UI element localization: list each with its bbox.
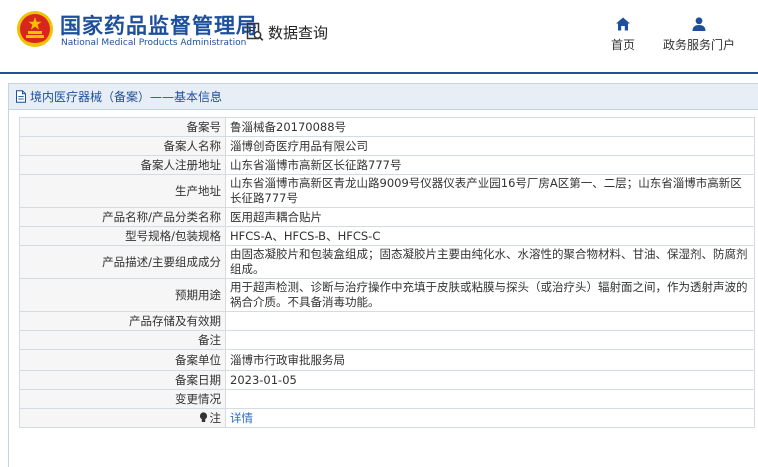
panel-title: 境内医疗器械（备案）——基本信息: [30, 90, 223, 104]
field-label: 变更情况: [19, 389, 226, 409]
table-row: 产品描述/主要组成成分 由固态凝胶片和包装盒组成；固态凝胶片主要由纯化水、水溶性…: [19, 245, 755, 279]
table-row: 备注: [19, 330, 755, 350]
table-row: 备案人名称 淄博创奇医疗用品有限公司: [19, 136, 755, 156]
basic-info-panel: 境内医疗器械（备案）——基本信息 备案号 鲁淄械备20170088号 备案人名称…: [8, 83, 758, 467]
field-label: 备案号: [19, 117, 226, 137]
note-label-cell: 注: [19, 408, 226, 428]
org-name-cn: 国家药品监督管理局: [60, 14, 258, 38]
field-label: 产品描述/主要组成成分: [19, 245, 226, 279]
data-query-link[interactable]: 数据查询: [246, 20, 328, 44]
field-value: 山东省淄博市高新区长征路777号: [225, 155, 755, 175]
document-icon: [16, 90, 26, 103]
header-divider: [0, 72, 758, 74]
document-search-icon: [246, 22, 264, 41]
field-label: 预期用途: [19, 278, 226, 312]
field-label: 备案日期: [19, 370, 226, 390]
site-header: 国家药品监督管理局 National Medical Products Admi…: [0, 0, 758, 72]
field-label: 备案人注册地址: [19, 155, 226, 175]
field-label: 产品存储及有效期: [19, 311, 226, 331]
field-value: 由固态凝胶片和包装盒组成；固态凝胶片主要由纯化水、水溶性的聚合物材料、甘油、保湿…: [225, 245, 755, 279]
field-value: [225, 389, 755, 409]
field-label: 备案人名称: [19, 136, 226, 156]
table-row: 变更情况: [19, 389, 755, 409]
table-row: 备案人注册地址 山东省淄博市高新区长征路777号: [19, 155, 755, 175]
nav-home[interactable]: 首页: [606, 16, 640, 53]
nav-home-label: 首页: [610, 38, 635, 52]
national-emblem-icon: [17, 11, 53, 47]
field-value: HFCS-A、HFCS-B、HFCS-C: [225, 226, 755, 246]
field-value: [225, 330, 755, 350]
details-link[interactable]: 详情: [230, 411, 253, 425]
field-label: 备注: [19, 330, 226, 350]
basic-info-table: 备案号 鲁淄械备20170088号 备案人名称 淄博创奇医疗用品有限公司 备案人…: [19, 117, 755, 428]
table-row: 生产地址 山东省淄博市高新区青龙山路9009号仪器仪表产业园16号厂房A区第一、…: [19, 174, 755, 208]
org-name-en: National Medical Products Administration: [61, 38, 247, 48]
table-row: 产品存储及有效期: [19, 311, 755, 331]
table-row: 型号规格/包装规格 HFCS-A、HFCS-B、HFCS-C: [19, 226, 755, 246]
field-value: 医用超声耦合贴片: [225, 207, 755, 227]
field-label: 生产地址: [19, 174, 226, 208]
table-row: 备案单位 淄博市行政审批服务局: [19, 349, 755, 371]
panel-header: 境内医疗器械（备案）——基本信息: [9, 84, 758, 110]
table-row: 备案号 鲁淄械备20170088号: [19, 117, 755, 137]
table-row: 备案日期 2023-01-05: [19, 370, 755, 390]
field-label: 产品名称/产品分类名称: [19, 207, 226, 227]
field-value: 鲁淄械备20170088号: [225, 117, 755, 137]
field-label: 注: [209, 410, 222, 425]
lightbulb-icon: [199, 411, 207, 422]
field-value-cell: 详情: [225, 408, 755, 428]
nav-service-portal[interactable]: 政务服务门户: [660, 16, 738, 53]
field-value: 淄博创奇医疗用品有限公司: [225, 136, 755, 156]
field-value: 2023-01-05: [225, 370, 755, 390]
field-value: 用于超声检测、诊断与治疗操作中充填于皮肤或粘膜与探头（或治疗头）辐射面之间，作为…: [225, 278, 755, 312]
nav-service-portal-label: 政务服务门户: [662, 38, 735, 52]
table-row: 产品名称/产品分类名称 医用超声耦合贴片: [19, 207, 755, 227]
user-icon: [692, 17, 706, 31]
data-query-label: 数据查询: [268, 23, 329, 42]
table-row: 注 详情: [19, 408, 755, 428]
field-label: 备案单位: [19, 349, 226, 371]
field-value: 淄博市行政审批服务局: [225, 349, 755, 371]
field-value: 山东省淄博市高新区青龙山路9009号仪器仪表产业园16号厂房A区第一、二层；山东…: [225, 174, 755, 208]
table-row: 预期用途 用于超声检测、诊断与治疗操作中充填于皮肤或粘膜与探头（或治疗头）辐射面…: [19, 278, 755, 312]
home-icon: [616, 17, 630, 31]
field-value: [225, 311, 755, 331]
field-label: 型号规格/包装规格: [19, 226, 226, 246]
